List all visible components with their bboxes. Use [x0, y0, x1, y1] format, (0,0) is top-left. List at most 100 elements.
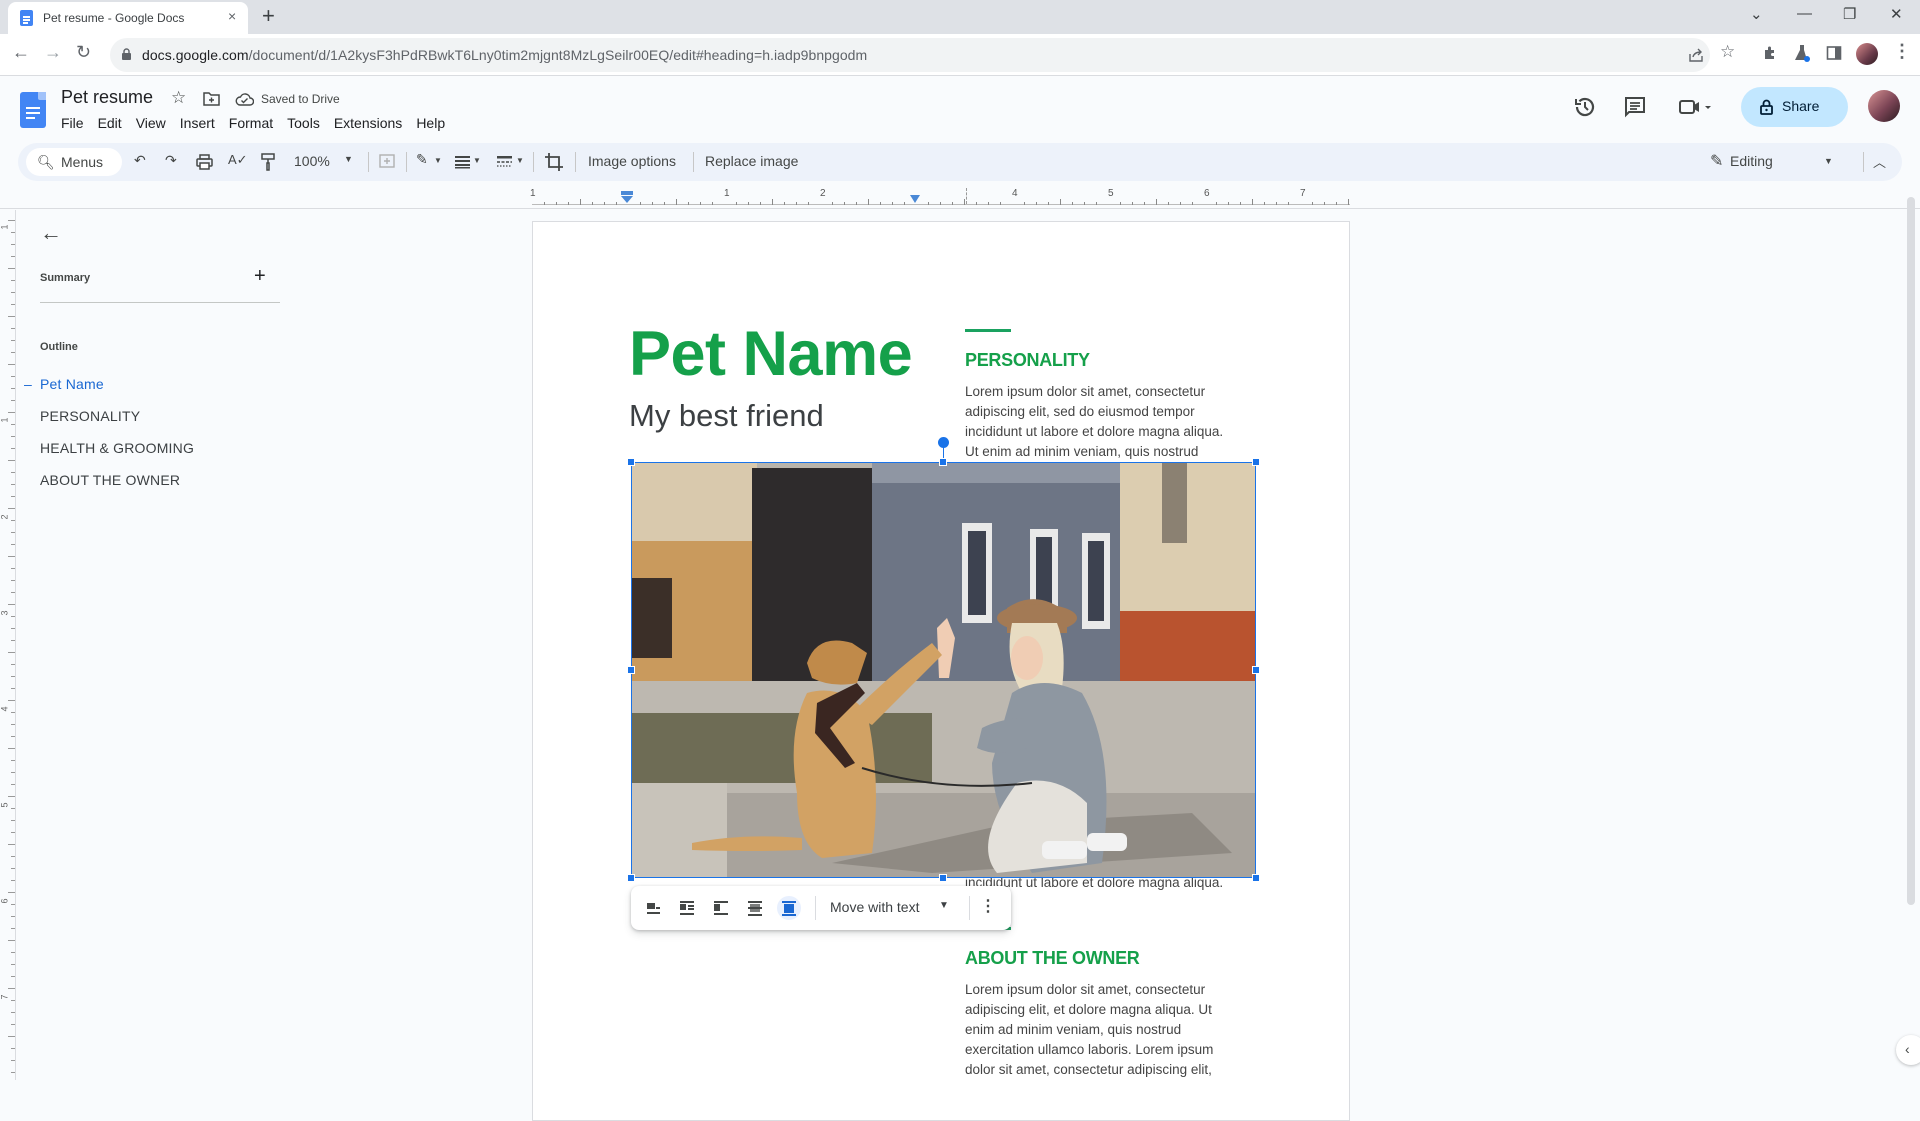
resize-handle-bottom[interactable] — [939, 874, 947, 882]
vruler-tick — [11, 472, 15, 473]
resize-handle-top-left[interactable] — [627, 458, 635, 466]
crop-icon[interactable] — [545, 153, 563, 171]
image-options-button[interactable]: Image options — [588, 153, 676, 169]
hide-menus-chevron-up-icon[interactable]: ︿ — [1873, 152, 1886, 171]
behind-text-button[interactable] — [743, 896, 767, 920]
menu-view[interactable]: View — [136, 115, 166, 131]
add-summary-plus-icon[interactable]: + — [254, 265, 266, 288]
border-dash-dropdown-icon[interactable]: ▼ — [516, 156, 524, 165]
rotate-handle[interactable] — [938, 437, 949, 448]
personality-paragraph[interactable]: Lorem ipsum dolor sit amet, consectetur … — [965, 382, 1265, 462]
move-folder-icon[interactable] — [203, 92, 220, 106]
menu-file[interactable]: File — [61, 115, 84, 131]
editing-mode-select[interactable]: ✎ Editing ▼ — [1704, 143, 1854, 181]
zoom-dropdown-icon[interactable]: ▼ — [344, 154, 353, 164]
tab-close-icon[interactable]: × — [228, 8, 236, 24]
tab-search-icon[interactable]: ⌄ — [1750, 5, 1763, 23]
outline-item-about-owner[interactable]: ABOUT THE OWNER — [40, 472, 180, 488]
meet-video-icon[interactable] — [1678, 95, 1714, 119]
document-subtitle[interactable]: My best friend — [629, 398, 824, 434]
resize-handle-bottom-right[interactable] — [1252, 874, 1260, 882]
about-owner-heading[interactable]: ABOUT THE OWNER — [965, 948, 1140, 969]
menu-edit[interactable]: Edit — [98, 115, 122, 131]
undo-icon[interactable]: ↶ — [134, 152, 146, 169]
comments-icon[interactable] — [1623, 95, 1647, 119]
vruler-label: 4 — [0, 706, 10, 712]
resize-handle-bottom-left[interactable] — [627, 874, 635, 882]
border-weight-dropdown-icon[interactable]: ▼ — [473, 156, 481, 165]
browser-tab[interactable]: Pet resume - Google Docs × — [8, 2, 248, 34]
spellcheck-icon[interactable]: A✓ — [228, 152, 248, 168]
close-window-button[interactable]: ✕ — [1890, 5, 1903, 23]
lock-icon[interactable] — [122, 48, 131, 60]
redo-icon[interactable]: ↷ — [165, 152, 177, 169]
vruler-tick — [11, 1024, 15, 1025]
menu-help[interactable]: Help — [416, 115, 445, 131]
show-side-panel-button[interactable]: ‹ — [1896, 1035, 1920, 1065]
border-dash-icon[interactable] — [497, 156, 512, 168]
version-history-icon[interactable] — [1573, 95, 1597, 119]
forward-icon[interactable]: → — [44, 42, 62, 63]
resize-handle-top[interactable] — [939, 458, 947, 466]
break-text-button[interactable] — [709, 896, 733, 920]
address-bar[interactable]: docs.google.com/document/d/1A2kysF3hPdRB… — [110, 38, 1710, 72]
vruler-tick — [8, 316, 15, 317]
border-color-dropdown-icon[interactable]: ▼ — [434, 156, 442, 165]
document-title-heading[interactable]: Pet Name — [629, 318, 913, 390]
share-button[interactable]: Share — [1741, 87, 1848, 127]
resize-handle-left[interactable] — [627, 666, 635, 674]
wrap-inline-button[interactable] — [641, 896, 665, 920]
border-color-icon[interactable]: ✎ — [416, 151, 428, 168]
menu-extensions[interactable]: Extensions — [334, 115, 402, 131]
share-page-icon[interactable] — [1688, 47, 1704, 63]
in-front-of-text-button[interactable] — [777, 896, 801, 920]
back-icon[interactable]: ← — [12, 42, 30, 63]
column-gap-marker[interactable] — [966, 188, 968, 204]
star-icon[interactable]: ☆ — [171, 88, 186, 108]
vertical-ruler[interactable]: 1 1 2 3 4 5 6 7 — [0, 210, 16, 1080]
labs-flask-icon[interactable] — [1794, 44, 1810, 62]
left-indent-marker[interactable] — [621, 191, 633, 203]
side-panel-icon[interactable] — [1826, 45, 1842, 61]
border-weight-icon[interactable] — [455, 156, 470, 169]
image-position-select[interactable]: Move with text ▼ — [821, 892, 961, 924]
browser-profile-avatar[interactable] — [1856, 43, 1878, 65]
reload-icon[interactable]: ↻ — [76, 42, 91, 63]
bookmark-star-icon[interactable]: ☆ — [1720, 42, 1735, 62]
document-scrollbar[interactable] — [1907, 197, 1915, 905]
cloud-saved-icon[interactable] — [235, 92, 254, 106]
ruler-tick — [1060, 199, 1061, 205]
resize-handle-right[interactable] — [1252, 666, 1260, 674]
menu-insert[interactable]: Insert — [180, 115, 215, 131]
vruler-tick — [11, 376, 15, 377]
browser-menu-icon[interactable]: ⋮ — [1893, 41, 1911, 62]
zoom-select[interactable]: 100% — [294, 153, 330, 169]
account-avatar[interactable] — [1868, 90, 1900, 122]
replace-image-button[interactable]: Replace image — [705, 153, 798, 169]
resize-handle-top-right[interactable] — [1252, 458, 1260, 466]
about-owner-paragraph[interactable]: Lorem ipsum dolor sit amet, consectetur … — [965, 980, 1265, 1080]
menu-tools[interactable]: Tools — [287, 115, 320, 131]
close-outline-back-icon[interactable]: ← — [40, 220, 62, 246]
minimize-button[interactable]: — — [1797, 5, 1812, 22]
horizontal-ruler[interactable]: 1 1 2 4 5 6 7 — [530, 186, 1350, 206]
personality-heading[interactable]: PERSONALITY — [965, 350, 1090, 371]
outline-item-health-grooming[interactable]: HEALTH & GROOMING — [40, 440, 194, 456]
document-title[interactable]: Pet resume — [61, 87, 153, 108]
wrap-text-button[interactable] — [675, 896, 699, 920]
extensions-icon[interactable] — [1762, 45, 1778, 61]
right-indent-marker[interactable] — [910, 193, 920, 203]
add-comment-icon[interactable] — [379, 154, 395, 170]
outline-item-personality[interactable]: PERSONALITY — [40, 408, 140, 424]
paint-format-icon[interactable] — [261, 153, 275, 171]
restore-button[interactable]: ❐ — [1843, 5, 1856, 23]
new-tab-button[interactable]: + — [262, 3, 275, 29]
outline-item-pet-name[interactable]: Pet Name — [40, 376, 104, 392]
selected-image[interactable] — [631, 462, 1256, 878]
print-icon[interactable] — [196, 154, 213, 170]
docs-logo-icon[interactable] — [20, 92, 46, 128]
menus-search[interactable]: 🔍︎ Menus — [26, 148, 122, 176]
ruler-tick — [568, 202, 569, 205]
menu-format[interactable]: Format — [229, 115, 273, 131]
more-options-icon[interactable]: ⋮ — [980, 896, 996, 916]
